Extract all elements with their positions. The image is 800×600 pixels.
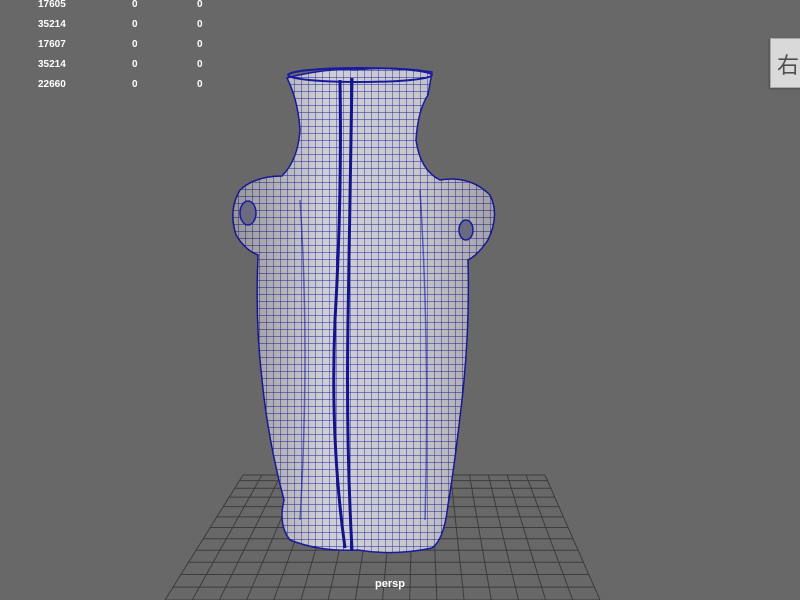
hud-value: 17607: [38, 39, 66, 50]
right-handle-hole: [458, 219, 474, 241]
hud-value: 0: [197, 79, 203, 90]
hud-value: 17605: [38, 0, 66, 10]
hud-row-tris: 35214 0 0: [0, 58, 220, 72]
hud-row-edges: 35214 0 0: [0, 18, 220, 32]
perspective-viewport[interactable]: 17605 0 0 35214 0 0 17607 0 0 35214 0 0 …: [0, 0, 800, 600]
left-handle-hole: [239, 200, 257, 226]
view-cube-face-label[interactable]: 右: [777, 48, 799, 80]
hud-value: 0: [132, 59, 138, 70]
hud-value: 35214: [38, 59, 66, 70]
hud-row-faces: 17607 0 0: [0, 38, 220, 52]
hud-value: 0: [197, 0, 203, 10]
camera-name-label: persp: [375, 578, 405, 590]
hud-value: 0: [197, 19, 203, 30]
hud-value: 0: [132, 39, 138, 50]
hud-row-verts: 17605 0 0: [0, 0, 220, 12]
hud-value: 0: [197, 59, 203, 70]
hud-value: 22660: [38, 79, 66, 90]
view-cube[interactable]: 右: [770, 38, 800, 88]
hud-row-uvs: 22660 0 0: [0, 78, 220, 92]
hud-value: 0: [132, 0, 138, 10]
hud-value: 35214: [38, 19, 66, 30]
hud-value: 0: [132, 79, 138, 90]
hud-value: 0: [132, 19, 138, 30]
vase-mesh[interactable]: [232, 67, 496, 554]
hud-value: 0: [197, 39, 203, 50]
